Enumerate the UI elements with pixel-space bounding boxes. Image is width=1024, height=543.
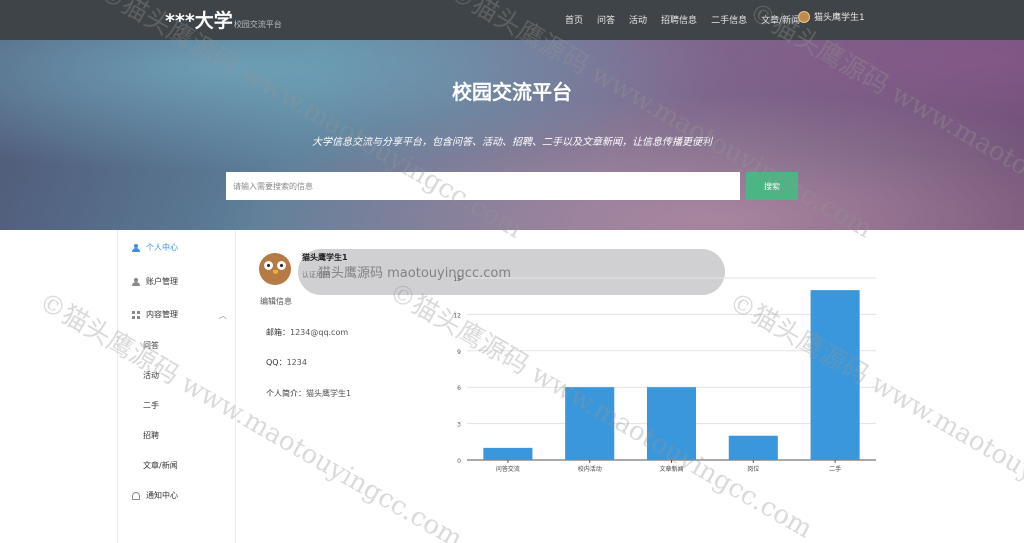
- nav-home[interactable]: 首页: [565, 13, 583, 26]
- sidebar-sub-qa[interactable]: 问答: [143, 340, 159, 351]
- sidebar-sub-jobs[interactable]: 招聘: [143, 430, 159, 441]
- chart-x-tick-label: 问答交流: [496, 465, 520, 473]
- nav-articles[interactable]: 文章/新闻: [761, 13, 800, 26]
- profile-bio-row: 个人简介：猫头鹰学生1: [266, 388, 351, 399]
- bio-label: 个人简介：: [266, 389, 306, 398]
- hero-title: 校园交流平台: [452, 80, 572, 104]
- chart-y-tick-label: 0: [457, 458, 461, 465]
- sidebar-item-content[interactable]: 内容管理: [132, 309, 178, 320]
- sidebar-sub-activity[interactable]: 活动: [143, 370, 159, 381]
- sidebar-item-label: 个人中心: [146, 243, 178, 252]
- chart-bar: [646, 387, 697, 460]
- chart-y-tick-label: 15: [453, 276, 461, 283]
- nav-user-menu[interactable]: 猫头鹰学生1: [798, 10, 865, 23]
- chart-x-tick-label: 文章新闻: [659, 465, 683, 473]
- nav-links: 首页 问答 活动 招聘信息 二手信息 文章/新闻: [565, 13, 814, 26]
- chart-y-tick-label: 9: [457, 349, 461, 356]
- chart-bar: [810, 290, 860, 460]
- user-icon: [132, 277, 140, 286]
- chevron-up-icon[interactable]: ︿: [219, 310, 227, 321]
- sidebar-item-account[interactable]: 账户管理: [132, 276, 178, 287]
- edit-profile-link[interactable]: 编辑信息: [260, 296, 292, 307]
- brand[interactable]: ***大学校园交流平台: [165, 6, 282, 33]
- sidebar-item-personal-center[interactable]: 个人中心: [132, 242, 178, 253]
- user-avatar-icon: [798, 10, 810, 23]
- chart-x-tick-label: 岗位: [747, 465, 759, 473]
- chart-bar: [483, 447, 533, 460]
- email-label: 邮箱：: [266, 328, 290, 337]
- chart-x-tick-label: 二手: [829, 465, 841, 473]
- nav-activity[interactable]: 活动: [629, 13, 647, 26]
- chart-bar: [565, 387, 615, 460]
- hero-banner: 校园交流平台 大学信息交流与分享平台，包含问答、活动、招聘、二手以及文章新闻，让…: [0, 40, 1024, 230]
- grid-icon: [132, 310, 140, 319]
- sidebar-sub-articles[interactable]: 文章/新闻: [143, 460, 178, 471]
- profile-username: 猫头鹰学生1: [302, 253, 348, 262]
- nav-username: 猫头鹰学生1: [814, 13, 865, 23]
- nav-qa[interactable]: 问答: [597, 13, 615, 26]
- sidebar-item-label: 账户管理: [146, 277, 178, 286]
- email-value: 1234@qq.com: [290, 328, 349, 337]
- sidebar-item-label: 内容管理: [146, 310, 178, 319]
- nav-jobs[interactable]: 招聘信息: [661, 13, 697, 26]
- qq-value: 1234: [286, 358, 307, 367]
- chart-x-tick-label: 校内活动: [578, 465, 602, 473]
- search-input[interactable]: [226, 172, 740, 200]
- chart-y-tick-label: 3: [457, 422, 461, 429]
- profile-avatar: [259, 253, 291, 285]
- search-button[interactable]: 搜索: [746, 172, 798, 200]
- bell-icon: [132, 491, 140, 500]
- top-navbar: ***大学校园交流平台 首页 问答 活动 招聘信息 二手信息 文章/新闻 猫头鹰…: [0, 0, 1024, 40]
- watermark-text: ©猫头鹰源码 www.maotouyingcc.com: [33, 286, 468, 543]
- user-icon: [132, 243, 140, 252]
- profile-role: 认证用户: [302, 271, 330, 279]
- bio-value: 猫头鹰学生1: [306, 389, 352, 398]
- chart-y-tick-label: 12: [453, 312, 461, 319]
- sidebar-sub-secondhand[interactable]: 二手: [143, 400, 159, 411]
- qq-label: QQ：: [266, 358, 287, 367]
- content-bar-chart: 0 3 6 9 12 15 问答交流 校内活动 文章新闻 岗位 二手: [453, 276, 876, 473]
- brand-title: ***大学: [165, 10, 233, 32]
- profile-email-row: 邮箱：1234@qq.com: [266, 327, 348, 338]
- nav-secondhand[interactable]: 二手信息: [711, 13, 747, 26]
- sidebar-item-label: 通知中心: [146, 491, 178, 500]
- sidebar-item-notifications[interactable]: 通知中心: [132, 490, 178, 501]
- chart-bar: [728, 435, 778, 460]
- chart-y-tick-label: 6: [457, 385, 461, 392]
- brand-subtitle: 校园交流平台: [233, 20, 282, 29]
- sidebar: 个人中心 账户管理 内容管理 ︿ 问答 活动 二手 招聘 文章/新闻 通知中心: [117, 230, 236, 543]
- profile-qq-row: QQ：1234: [266, 357, 307, 368]
- hero-subtitle: 大学信息交流与分享平台，包含问答、活动、招聘、二手以及文章新闻，让信息传播更便利: [312, 137, 712, 148]
